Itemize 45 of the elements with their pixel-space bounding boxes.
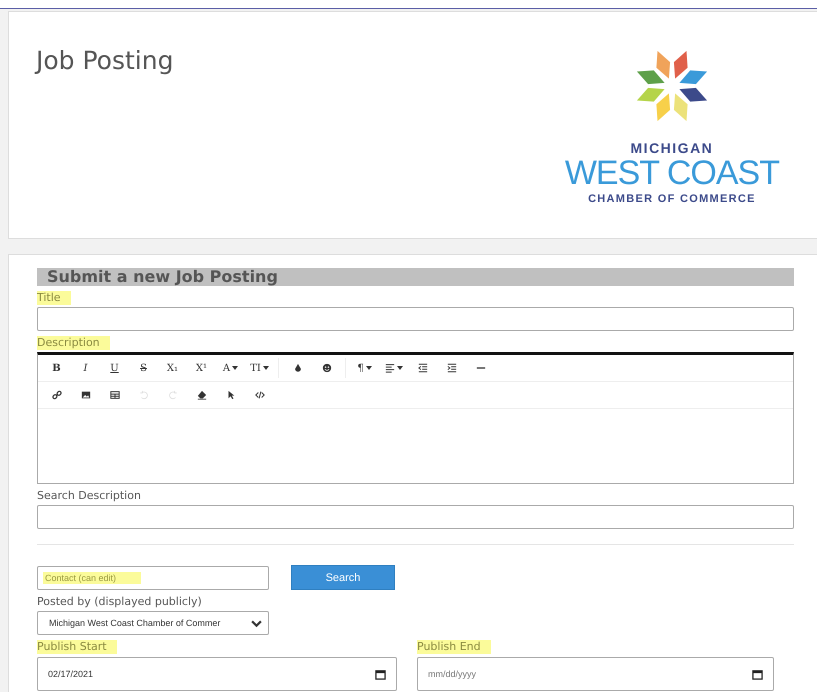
calendar-icon <box>752 668 763 680</box>
form-heading: Submit a new Job Posting <box>37 268 794 286</box>
caret-icon <box>396 366 402 370</box>
caret-icon <box>366 366 372 370</box>
undo-icon <box>138 390 148 400</box>
outdent-icon <box>418 363 428 373</box>
posted-by-dropdown[interactable]: Michigan West Coast Chamber of Commer <box>37 611 269 635</box>
sub-tool[interactable]: X₁ <box>158 358 187 378</box>
strike-tool[interactable]: S <box>129 358 158 378</box>
smiley-icon <box>322 363 332 373</box>
field-label: Description <box>37 336 110 350</box>
text-tool[interactable]: ¶ <box>350 358 379 378</box>
align-icon <box>384 363 394 373</box>
underline-tool[interactable]: U <box>100 358 129 378</box>
chevron-down-icon <box>251 618 262 628</box>
rich-text-editor[interactable]: B I U S X₁ X¹ A TI ¶ <box>37 352 794 484</box>
redo-icon <box>168 390 178 400</box>
chamber-logo: MICHIGAN WEST COAST CHAMBER OF COMMERCE <box>564 46 779 205</box>
italic-tool[interactable]: I <box>71 358 100 378</box>
code-icon <box>254 390 264 400</box>
contact-field[interactable]: Contact (can edit) <box>37 566 269 590</box>
field-label: Search Description <box>37 489 141 503</box>
indent-icon <box>446 363 456 373</box>
field-label: Publish Start <box>37 640 117 654</box>
title-field[interactable] <box>37 307 794 331</box>
drop-icon <box>292 363 302 373</box>
text-tool[interactable]: TI <box>245 358 274 378</box>
page-title: Job Posting <box>36 46 174 75</box>
pointer-icon <box>226 390 236 400</box>
calendar-icon <box>375 668 386 680</box>
eraser-icon <box>196 390 206 400</box>
publish-start-field[interactable]: 02/17/2021 <box>37 657 397 691</box>
field-label: Posted by (displayed publicly) <box>37 595 202 609</box>
field-label: Publish End <box>417 640 491 654</box>
bold-tool[interactable]: B <box>42 358 71 378</box>
table-icon <box>110 390 120 400</box>
search-description-field[interactable] <box>37 505 794 529</box>
text-tool[interactable]: A <box>216 358 245 378</box>
publish-end-field[interactable]: mm/dd/yyyy <box>417 657 774 691</box>
field-label: Title <box>37 291 71 305</box>
sup-tool[interactable]: X¹ <box>187 358 216 378</box>
caret-icon <box>232 366 238 370</box>
image-icon <box>80 390 90 400</box>
caret-icon <box>262 366 269 370</box>
link-icon <box>52 390 62 400</box>
